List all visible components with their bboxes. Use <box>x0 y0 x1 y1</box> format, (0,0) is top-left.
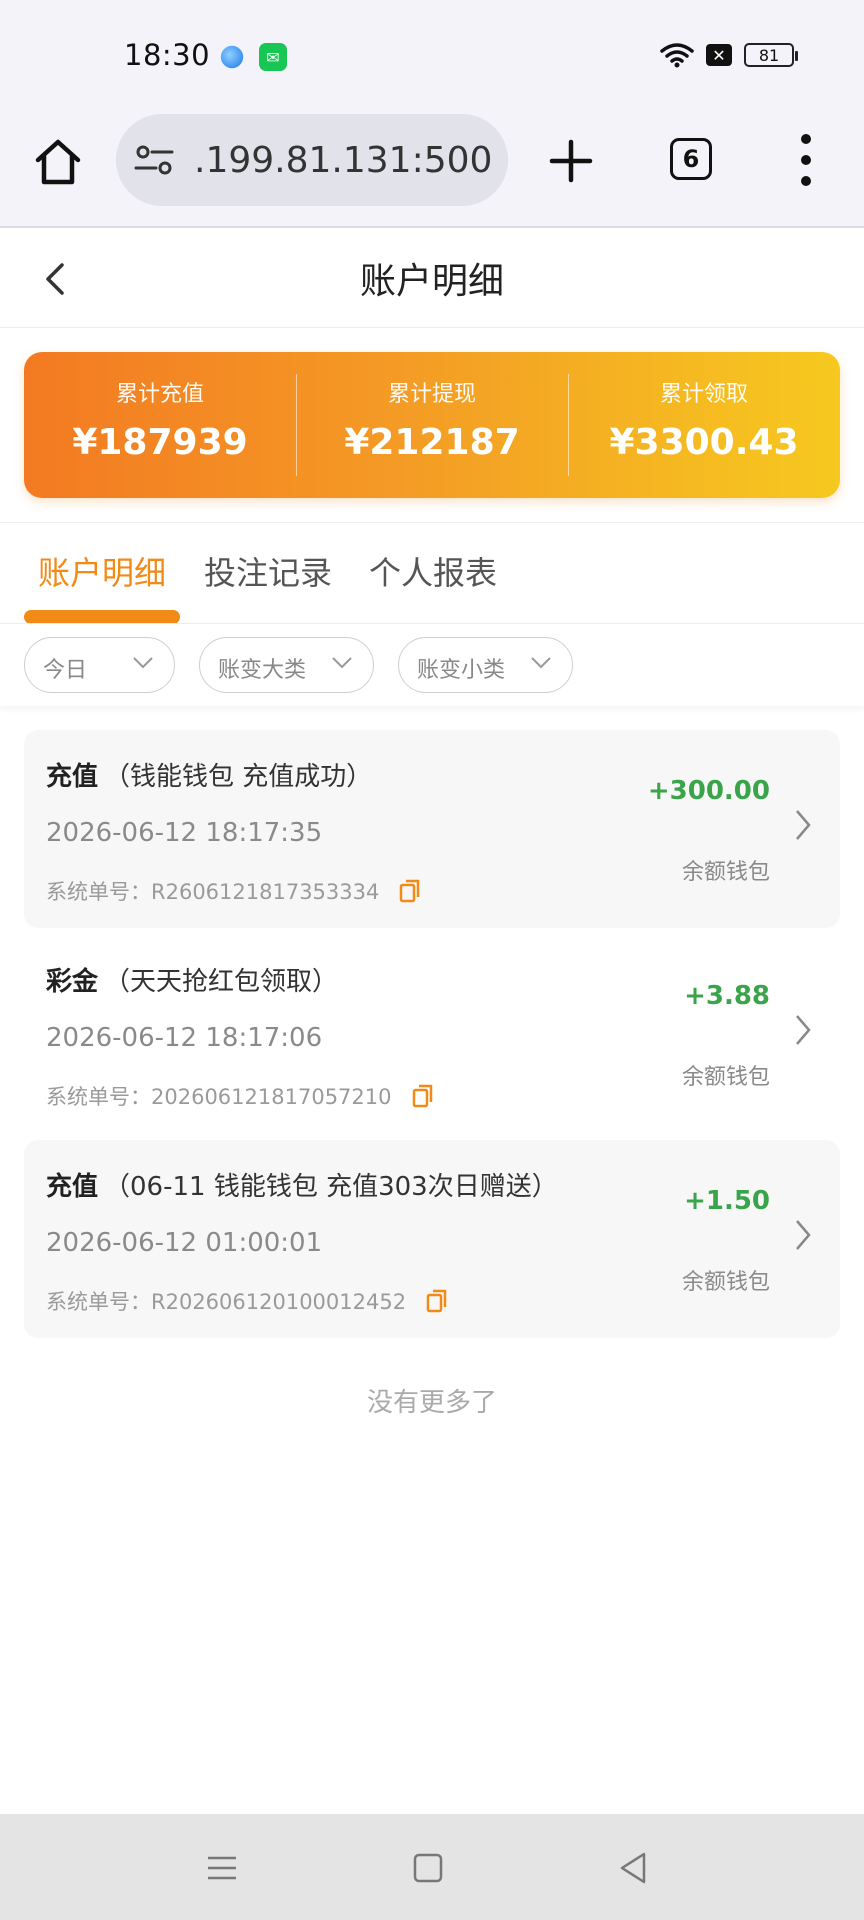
back-nav-icon[interactable] <box>614 1848 654 1888</box>
order-number: 系统单号：R202606120100012452 <box>46 1290 407 1314</box>
tab-personal-report[interactable]: 个人报表 <box>369 548 497 594</box>
browser-app-icon <box>220 45 244 69</box>
transaction-desc: （天天抢红包领取） <box>104 967 339 997</box>
tab-bet-records[interactable]: 投注记录 <box>204 548 332 594</box>
transaction-desc: （06-11 钱能钱包 充值303次日赠送） <box>104 1172 558 1202</box>
summary-label: 累计领取 <box>659 382 748 407</box>
system-navigation-bar <box>0 1814 864 1920</box>
transaction-amount: +3.88 <box>684 981 770 1011</box>
home-icon[interactable] <box>32 136 84 188</box>
more-menu-icon[interactable] <box>796 134 816 186</box>
home-nav-icon[interactable] <box>408 1848 448 1888</box>
filter-label: 今日 <box>43 658 88 683</box>
tab-switcher-button[interactable]: 6 <box>670 138 712 180</box>
active-tab-indicator <box>24 610 180 624</box>
transaction-wallet: 余额钱包 <box>681 1065 770 1090</box>
transaction-type: 充值 <box>46 762 99 792</box>
battery-icon: 81 <box>744 43 798 67</box>
divider <box>0 522 864 523</box>
site-settings-icon[interactable] <box>134 142 174 178</box>
status-bar: 18:30 ✉ ✕ 81 <box>0 0 864 112</box>
transaction-wallet: 余额钱包 <box>681 1270 770 1295</box>
chevron-right-icon <box>796 1015 811 1045</box>
transaction-time: 2026-06-12 18:17:06 <box>46 1023 323 1053</box>
summary-total-deposit: 累计充值 ¥187939 <box>24 352 296 498</box>
transaction-amount: +1.50 <box>684 1186 770 1216</box>
filter-label: 账变小类 <box>417 658 506 683</box>
wechat-icon: ✉ <box>259 43 287 71</box>
filter-label: 账变大类 <box>218 658 307 683</box>
url-text: .199.81.131:50023 <box>194 140 494 181</box>
status-icons: ✕ 81 <box>660 42 798 68</box>
transaction-title: 充值 （06-11 钱能钱包 充值303次日赠送） <box>46 1166 558 1203</box>
date-filter-dropdown[interactable]: 今日 <box>24 637 175 693</box>
transaction-title: 充值 （钱能钱包 充值成功） <box>46 756 372 793</box>
transaction-row[interactable]: 充值 （06-11 钱能钱包 充值303次日赠送） 2026-06-12 01:0… <box>24 1140 840 1338</box>
new-tab-icon[interactable] <box>548 138 594 184</box>
summary-value: ¥3300.43 <box>609 422 799 463</box>
page-title: 账户明细 <box>359 261 504 302</box>
transaction-row[interactable]: 充值 （钱能钱包 充值成功） 2026-06-12 18:17:35 系统单号：R… <box>24 730 840 928</box>
summary-total-withdraw: 累计提现 ¥212187 <box>296 352 568 498</box>
summary-total-claimed: 累计领取 ¥3300.43 <box>568 352 840 498</box>
chevron-right-icon <box>796 810 811 840</box>
no-sim-icon: ✕ <box>706 44 732 66</box>
transaction-time: 2026-06-12 01:00:01 <box>46 1228 323 1258</box>
transaction-time: 2026-06-12 18:17:35 <box>46 818 323 848</box>
summary-label: 累计充值 <box>115 382 204 407</box>
browser-toolbar: .199.81.131:50023 6 <box>0 112 864 228</box>
subcategory-filter-dropdown[interactable]: 账变小类 <box>398 637 573 693</box>
category-filter-dropdown[interactable]: 账变大类 <box>199 637 374 693</box>
summary-value: ¥212187 <box>344 422 520 463</box>
recent-apps-icon[interactable] <box>202 1848 242 1888</box>
summary-value: ¥187939 <box>72 422 248 463</box>
tab-account-details[interactable]: 账户明细 <box>38 548 166 594</box>
chevron-down-icon <box>332 657 352 669</box>
filter-bar: 今日 账变大类 账变小类 <box>0 624 864 706</box>
wifi-icon <box>660 43 694 68</box>
copy-icon[interactable] <box>426 1289 448 1313</box>
transaction-type: 彩金 <box>46 967 99 997</box>
transaction-order: 系统单号：R202606120100012452 <box>46 1286 448 1316</box>
transaction-order: 系统单号：R2606121817353334 <box>46 876 421 906</box>
summary-card: 累计充值 ¥187939 累计提现 ¥212187 累计领取 ¥3300.43 <box>24 352 840 498</box>
chevron-down-icon <box>531 657 551 669</box>
transaction-title: 彩金 （天天抢红包领取） <box>46 961 338 998</box>
transaction-desc: （钱能钱包 充值成功） <box>104 762 373 792</box>
address-bar[interactable]: .199.81.131:50023 <box>116 114 508 206</box>
copy-icon[interactable] <box>412 1084 434 1108</box>
list-end-text: 没有更多了 <box>366 1388 497 1418</box>
order-number: 系统单号：R2606121817353334 <box>46 880 380 904</box>
page-header: 账户明细 <box>0 228 864 328</box>
status-time: 18:30 <box>124 38 211 72</box>
transaction-order: 系统单号：202606121817057210 <box>46 1081 434 1111</box>
summary-label: 累计提现 <box>387 382 476 407</box>
transaction-row[interactable]: 彩金 （天天抢红包领取） 2026-06-12 18:17:06 系统单号：202… <box>24 935 840 1133</box>
transaction-wallet: 余额钱包 <box>681 860 770 885</box>
transaction-type: 充值 <box>46 1172 99 1202</box>
order-number: 系统单号：202606121817057210 <box>46 1085 392 1109</box>
transaction-amount: +300.00 <box>647 776 770 806</box>
chevron-down-icon <box>133 657 153 669</box>
copy-icon[interactable] <box>399 879 421 903</box>
chevron-right-icon <box>796 1220 811 1250</box>
